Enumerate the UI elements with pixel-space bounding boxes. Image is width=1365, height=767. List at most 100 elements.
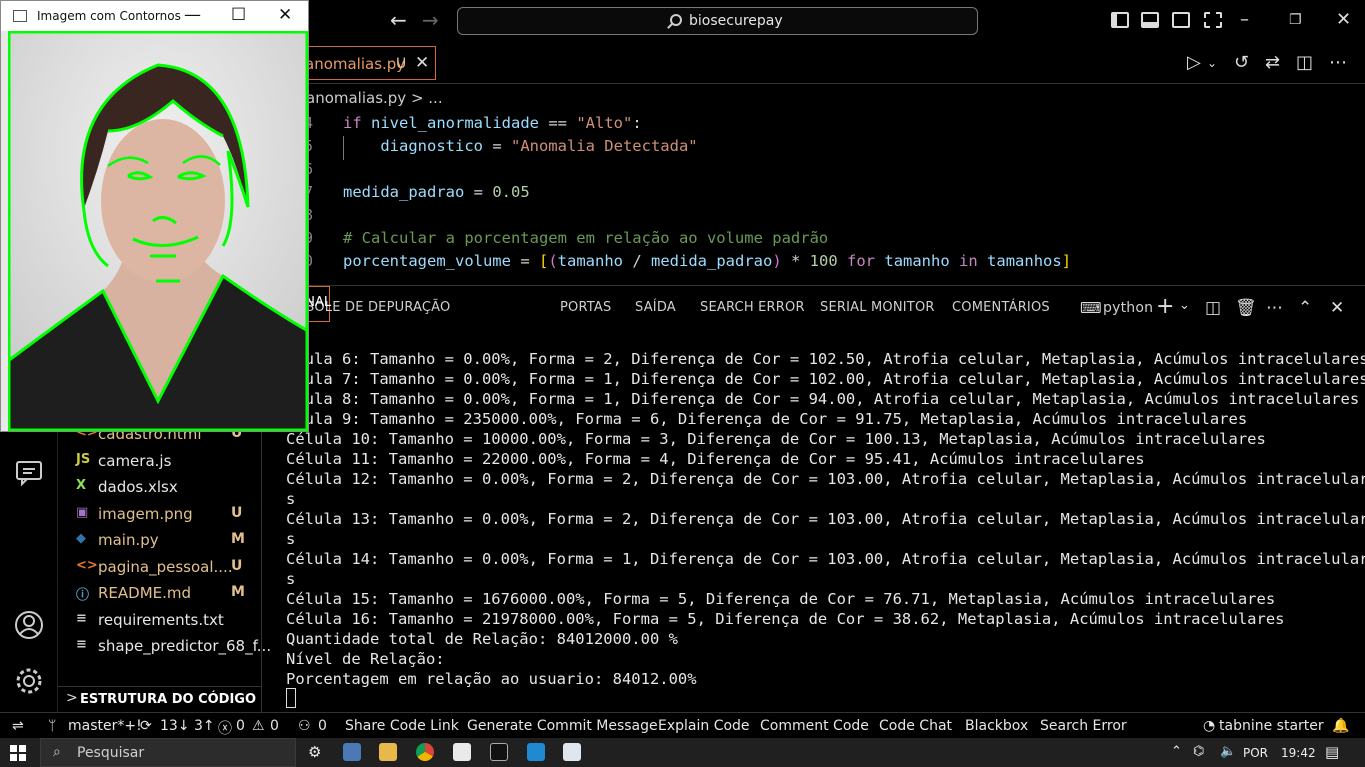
run-icon[interactable]: ▷ [1187,52,1201,73]
tab-ports[interactable]: PORTAS [560,300,611,315]
error-icon: ⓧ [218,721,232,737]
toggle-secondary-sidebar-icon[interactable] [1172,12,1190,28]
git-branch[interactable]: master*+! [68,718,142,734]
file-type-icon: ⓘ [76,588,90,603]
git-sync-status[interactable]: 13↓ 3↑ [160,718,215,734]
split-terminal-icon[interactable]: ◫ [1205,298,1221,318]
cv-close-button[interactable]: ✕ [278,5,292,25]
chat-icon[interactable] [15,460,43,486]
settings-gear-icon[interactable]: ⚙ [308,743,321,761]
close-button[interactable]: ✕ [1336,9,1351,30]
add-terminal-icon[interactable]: + [1156,294,1174,319]
breadcrumb[interactable]: anomalias.py > ... [300,85,443,111]
comment-code[interactable]: Comment Code [760,718,869,734]
trash-icon[interactable]: 🗑 [1235,298,1257,318]
generate-commit-message[interactable]: Generate Commit Message [467,718,658,734]
file-type-icon: ≡ [76,610,87,626]
tab-search-error[interactable]: SEARCH ERROR [700,300,805,315]
close-icon[interactable]: ✕ [415,53,429,73]
chevron-up-icon[interactable]: ⌃ [1171,744,1182,759]
share-code-link[interactable]: Share Code Link [345,718,459,734]
account-icon[interactable] [14,610,44,640]
notepad-icon[interactable] [453,743,471,761]
terminal-line: s [286,490,296,508]
language-indicator[interactable]: POR [1243,746,1268,760]
code-token: == [539,114,577,132]
file-item[interactable]: JS camera.js [72,449,262,475]
terminal-line: Quantidade total de Relação: 84012000.00… [286,630,678,648]
tab-serial-monitor[interactable]: SERIAL MONITOR [820,300,935,315]
outline-section-header[interactable]: > ESTRUTURA DO CÓDIGO [58,686,262,712]
more-actions-icon[interactable]: ⋯ [1266,298,1283,318]
chevron-down-icon[interactable]: ⌄ [1207,56,1217,70]
opencv-image-window[interactable]: Imagem com Contornos — ☐ ✕ [0,0,309,432]
gear-icon[interactable] [14,666,44,696]
minimize-button[interactable]: – [1240,9,1249,30]
editor-tab-bar: anomalias.py U ✕ ▷ ⌄ ↺ ⇄ ◫ ⋯ [300,42,1365,84]
terminal-output[interactable]: élula 6: Tamanho = 0.00%, Forma = 2, Dif… [262,330,1365,712]
cv-window-titlebar[interactable]: Imagem com Contornos — ☐ ✕ [1,1,308,31]
taskbar-search-placeholder: Pesquisar [77,745,145,761]
restore-button[interactable]: ❐ [1289,12,1302,28]
remote-icon[interactable]: ⇌ [12,718,24,734]
code-token: medida_padrao [651,252,773,270]
code-text: # Calcular a porcentagem em relação ao v… [343,229,828,247]
customize-layout-icon[interactable] [1204,12,1222,28]
toggle-sidebar-icon[interactable] [1111,12,1129,28]
vscode-icon[interactable] [527,743,545,761]
code-chat[interactable]: Code Chat [879,718,952,734]
tabnine-status[interactable]: tabnine starter [1219,718,1324,734]
code-token: / [623,252,651,270]
windows-start-icon[interactable] [10,745,26,761]
code-editor[interactable]: 4if nivel_anormalidade == "Alto":5 diagn… [300,112,1365,284]
clock[interactable]: 19:42 [1281,746,1316,760]
face-contour-image [8,31,308,431]
toggle-panel-icon[interactable] [1141,12,1159,28]
volume-icon[interactable]: 🔈 [1220,744,1236,759]
more-actions-icon[interactable]: ⋯ [1329,52,1347,73]
ports-count[interactable]: 0 [318,718,327,734]
maximize-panel-icon[interactable]: ⌃ [1298,298,1312,318]
warning-count[interactable]: 0 [270,718,279,734]
network-icon[interactable]: ⌬ [1193,744,1204,759]
tabnine-icon: ◔ [1203,718,1216,734]
compare-changes-icon[interactable]: ⇄ [1265,52,1280,73]
code-text: diagnostico = "Anomalia Detectada" [343,137,697,155]
close-panel-icon[interactable]: ✕ [1330,298,1344,318]
python-window-icon[interactable] [563,743,581,761]
file-name: dados.xlsx [98,478,178,496]
error-count[interactable]: 0 [236,718,245,734]
cv-minimize-button[interactable]: — [184,5,201,25]
terminal-instance-python[interactable]: python [1103,300,1153,316]
panel-tab-bar: NSOLE DE DEPURAÇÃO TERMINAL PORTAS SAÍDA… [262,285,1365,329]
taskbar-search[interactable]: ⌕ Pesquisar [40,738,296,767]
file-explorer-icon[interactable] [379,743,397,761]
search-error[interactable]: Search Error [1040,718,1127,734]
file-item[interactable]: ≡ requirements.txt [72,608,262,634]
chevron-right-icon: > [66,690,78,706]
chrome-icon[interactable] [416,743,434,761]
arrow-left-icon[interactable]: ← [390,8,407,32]
explain-code[interactable]: Explain Code [658,718,750,734]
tab-comments[interactable]: COMENTÁRIOS [952,300,1050,315]
split-editor-icon[interactable]: ◫ [1296,52,1313,73]
cv-maximize-button[interactable]: ☐ [231,5,246,25]
chevron-down-icon[interactable]: ⌄ [1179,298,1190,313]
blackbox[interactable]: Blackbox [965,718,1028,734]
file-item[interactable]: ≡ shape_predictor_68_f... [72,634,271,660]
file-item[interactable]: Xdados.xlsx [72,475,262,501]
bell-icon[interactable]: 🔔 [1332,718,1349,734]
history-icon[interactable]: ↺ [1234,52,1249,73]
keyboard-app-icon[interactable] [343,743,361,761]
file-git-status: U [231,504,243,521]
command-center-search[interactable]: biosecurepay [457,7,978,35]
tab-anomalias-py[interactable]: anomalias.py U ✕ [300,46,436,80]
cmd-icon[interactable] [490,743,508,761]
terminal-line: Célula 11: Tamanho = 22000.00%, Forma = … [286,450,1145,468]
tab-output[interactable]: SAÍDA [635,300,676,315]
windows-taskbar: ⌕ Pesquisar ⚙ ⌃ ⌬ 🔈 POR 19:42 ▤ [0,738,1365,767]
arrow-right-icon[interactable]: → [422,8,439,32]
notification-icon[interactable]: ▤ [1325,743,1339,761]
